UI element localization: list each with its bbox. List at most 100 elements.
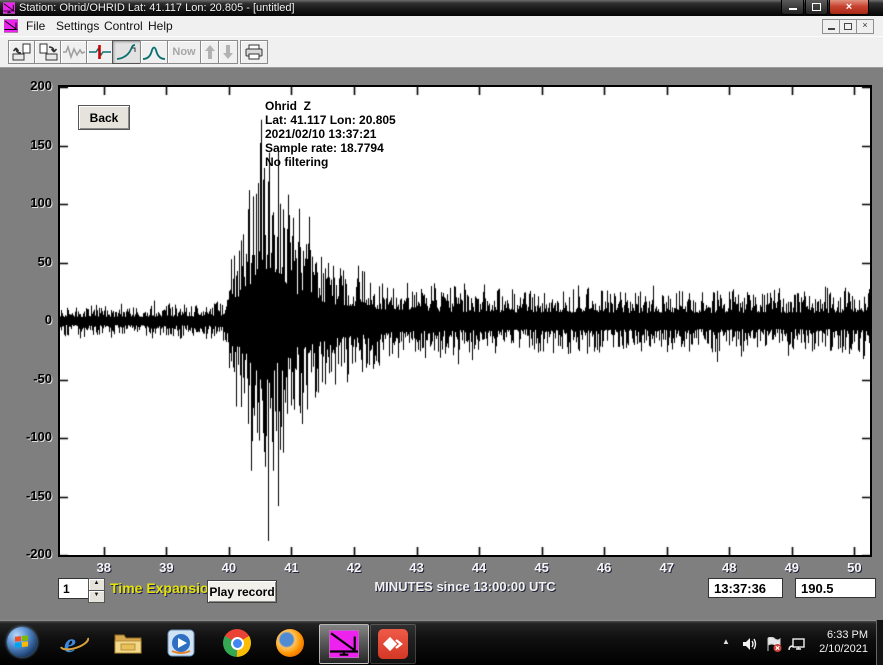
mdi-restore-button[interactable]	[839, 19, 857, 34]
now-button[interactable]: Now	[167, 40, 201, 64]
menu-control[interactable]: Control	[104, 19, 143, 33]
media-player-icon	[167, 629, 195, 657]
export-record-icon	[38, 43, 58, 61]
cursor-value-field[interactable]: 190.5	[795, 578, 876, 598]
taskbar-red-app[interactable]	[370, 624, 416, 664]
scroll-up-button[interactable]	[200, 40, 220, 64]
zoom-curve-button[interactable]	[112, 40, 141, 64]
y-axis-tick-label: -100	[12, 429, 52, 444]
firefox-icon	[276, 629, 304, 657]
taskbar-internet-explorer[interactable]: e	[51, 624, 97, 662]
seismogram-plot	[58, 85, 872, 557]
taskbar-media-player[interactable]	[158, 624, 204, 662]
time-expansion-input[interactable]: 1	[58, 578, 92, 599]
down-arrow-icon	[222, 44, 234, 60]
trace-filter-line: No filtering	[265, 155, 396, 169]
restore-button[interactable]	[805, 0, 828, 15]
taskbar-file-explorer[interactable]	[105, 624, 151, 662]
play-record-button[interactable]: Play record	[207, 580, 277, 603]
import-record-button[interactable]	[8, 40, 36, 64]
windows-logo-icon	[15, 635, 29, 649]
y-axis-tick-label: 50	[12, 254, 52, 269]
x-axis-tick-label: 39	[151, 560, 181, 575]
trace-samplerate-line: Sample rate: 18.7794	[265, 141, 396, 155]
y-axis-tick-label: 100	[12, 195, 52, 210]
x-axis-tick-label: 48	[714, 560, 744, 575]
y-axis-tick-label: 200	[12, 78, 52, 93]
y-axis-tick-label: -150	[12, 488, 52, 503]
x-axis-tick-label: 45	[527, 560, 557, 575]
tray-network-button[interactable]	[788, 637, 805, 657]
taskbar-amaseis-active[interactable]	[319, 624, 369, 664]
taskbar-firefox[interactable]	[267, 624, 313, 662]
x-axis-tick-label: 49	[777, 560, 807, 575]
amaseis-icon	[329, 630, 359, 658]
export-record-button[interactable]	[34, 40, 62, 64]
time-expansion-down-button[interactable]: ▼	[88, 590, 105, 603]
close-button[interactable]: ×	[829, 0, 869, 15]
minimize-icon	[789, 8, 797, 10]
menu-settings[interactable]: Settings	[56, 19, 99, 33]
x-axis-tick-label: 40	[214, 560, 244, 575]
back-button[interactable]: Back	[78, 105, 130, 130]
menu-help[interactable]: Help	[148, 19, 173, 33]
restore-icon	[812, 3, 821, 11]
zoom-curve-icon	[116, 43, 138, 61]
mdi-minimize-button[interactable]	[822, 19, 840, 34]
flag-icon	[766, 637, 782, 652]
mdi-minimize-icon	[828, 28, 835, 30]
tray-action-center-button[interactable]	[766, 637, 782, 657]
y-axis-tick-label: -50	[12, 371, 52, 386]
show-desktop-button[interactable]	[876, 620, 883, 665]
seismogram-canvas[interactable]	[60, 87, 870, 555]
menu-bar: File Settings Control Help ×	[0, 16, 883, 37]
waveform-icon	[63, 45, 85, 59]
time-expansion-label: Time Expansion	[110, 580, 217, 596]
chevron-up-icon: ▲	[722, 637, 730, 646]
x-axis-tick-label: 44	[464, 560, 494, 575]
print-button[interactable]	[240, 40, 268, 64]
internet-explorer-icon: e	[59, 628, 89, 658]
document-icon	[4, 19, 18, 33]
x-axis-tick-label: 46	[589, 560, 619, 575]
tray-time: 6:33 PM	[804, 628, 868, 642]
menu-file[interactable]: File	[26, 19, 45, 33]
now-label: Now	[172, 46, 195, 58]
x-axis-tick-label: 43	[402, 560, 432, 575]
trace-info-block: Ohrid Z Lat: 41.117 Lon: 20.805 2021/02/…	[265, 99, 396, 169]
trace-station-line: Ohrid Z	[265, 99, 396, 113]
x-axis-tick-label: 50	[839, 560, 869, 575]
y-axis-tick-label: 150	[12, 137, 52, 152]
y-axis-tick-label: -200	[12, 546, 52, 561]
app-icon	[3, 2, 15, 14]
minimize-button[interactable]	[781, 0, 804, 15]
x-axis-tick-label: 42	[339, 560, 369, 575]
trace-datetime-line: 2021/02/10 13:37:21	[265, 127, 396, 141]
taskbar-chrome[interactable]	[214, 624, 260, 662]
x-axis-tick-label: 38	[89, 560, 119, 575]
tray-clock[interactable]: 6:33 PM 2/10/2021	[804, 628, 868, 656]
y-axis-tick-label: 0	[12, 312, 52, 327]
chrome-icon	[223, 629, 251, 657]
tray-volume-button[interactable]	[742, 637, 758, 656]
mdi-close-button[interactable]: ×	[856, 19, 874, 34]
x-axis-title: MINUTES since 13:00:00 UTC	[370, 579, 560, 594]
import-record-icon	[12, 43, 32, 61]
cursor-time-field[interactable]: 13:37:36	[708, 578, 783, 598]
tray-date: 2/10/2021	[804, 642, 868, 656]
app-window: Station: Ohrid/OHRID Lat: 41.117 Lon: 20…	[0, 0, 883, 665]
pick-phase-icon	[89, 44, 111, 60]
pick-phase-button[interactable]	[86, 40, 114, 64]
x-axis-tick-label: 47	[652, 560, 682, 575]
filter-curve-button[interactable]	[140, 40, 168, 64]
tray-hidden-icons-button[interactable]: ▲	[722, 620, 732, 665]
speaker-icon	[742, 637, 758, 651]
view-waveform-button[interactable]	[60, 40, 88, 64]
svg-text:e: e	[64, 628, 76, 658]
close-icon: ×	[846, 2, 852, 12]
window-title: Station: Ohrid/OHRID Lat: 41.117 Lon: 20…	[19, 2, 295, 14]
scroll-down-button[interactable]	[218, 40, 238, 64]
title-bar[interactable]: Station: Ohrid/OHRID Lat: 41.117 Lon: 20…	[0, 0, 883, 16]
folder-icon	[113, 630, 143, 656]
start-button[interactable]	[7, 627, 37, 657]
